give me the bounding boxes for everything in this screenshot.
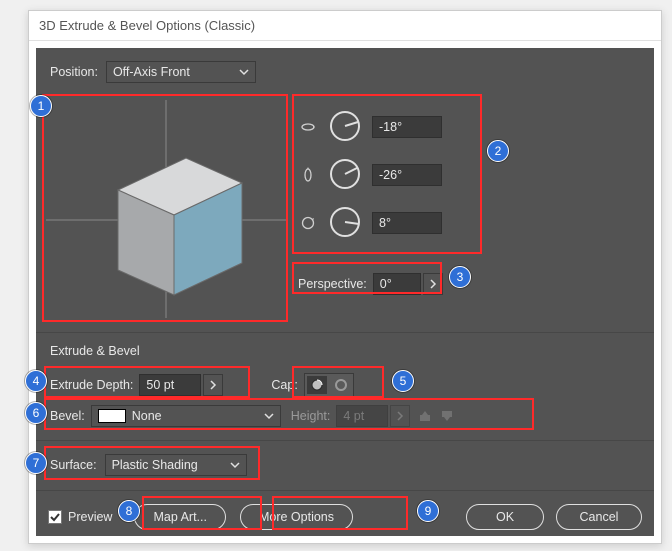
- map-art-label: Map Art...: [153, 510, 207, 524]
- rotate-x-input[interactable]: -18°: [372, 116, 442, 138]
- bevel-extent-in-icon: [416, 407, 434, 425]
- ok-button[interactable]: OK: [466, 504, 544, 530]
- bevel-extent-out-icon: [438, 407, 456, 425]
- rotate-x-dial[interactable]: [328, 109, 362, 146]
- rotate-x-axis-icon: [298, 119, 318, 135]
- panel: Position: Off-Axis Front: [36, 48, 654, 536]
- rotate-y-axis-icon: [298, 167, 318, 183]
- bevel-height-input: 4 pt: [336, 405, 388, 427]
- preview-label: Preview: [68, 510, 112, 524]
- bevel-height-value: 4 pt: [343, 409, 364, 423]
- rotate-z-dial[interactable]: [328, 205, 362, 242]
- perspective-label: Perspective:: [298, 277, 367, 291]
- surface-dropdown[interactable]: Plastic Shading: [105, 454, 247, 476]
- bevel-swatch: [98, 409, 126, 423]
- cancel-button[interactable]: Cancel: [556, 504, 642, 530]
- bevel-label: Bevel:: [50, 409, 85, 423]
- more-options-label: More Options: [259, 510, 334, 524]
- preview-checkbox[interactable]: [48, 510, 62, 524]
- rotate-x-value: -18°: [379, 120, 402, 134]
- rotate-z-axis-icon: [298, 215, 318, 231]
- divider: [36, 490, 654, 491]
- divider: [36, 332, 654, 333]
- extrude-depth-value: 50 pt: [146, 378, 174, 392]
- bevel-value: None: [132, 409, 162, 423]
- surface-label: Surface:: [50, 458, 97, 472]
- perspective-stepper[interactable]: [423, 273, 443, 295]
- position-value: Off-Axis Front: [113, 65, 190, 79]
- rotate-y-input[interactable]: -26°: [372, 164, 442, 186]
- extrude-depth-label: Extrude Depth:: [50, 378, 133, 392]
- bevel-height-stepper: [390, 405, 410, 427]
- bevel-height-label: Height:: [291, 409, 331, 423]
- cap-label: Cap:: [271, 378, 297, 392]
- rotation-cube-preview[interactable]: [46, 100, 286, 318]
- position-dropdown[interactable]: Off-Axis Front: [106, 61, 256, 83]
- divider: [36, 440, 654, 441]
- extrude-bevel-section-label: Extrude & Bevel: [50, 344, 140, 358]
- chevron-down-icon: [239, 67, 249, 77]
- cap-toggle[interactable]: [304, 373, 354, 397]
- chevron-down-icon: [230, 460, 240, 470]
- rotate-y-value: -26°: [379, 168, 402, 182]
- rotate-y-dial[interactable]: [328, 157, 362, 194]
- cap-on-icon[interactable]: [307, 376, 327, 394]
- perspective-input[interactable]: 0°: [373, 273, 421, 295]
- surface-value: Plastic Shading: [112, 458, 198, 472]
- titlebar: 3D Extrude & Bevel Options (Classic): [29, 11, 661, 41]
- dialog-window: 3D Extrude & Bevel Options (Classic) Pos…: [28, 10, 662, 544]
- rotate-z-input[interactable]: 8°: [372, 212, 442, 234]
- map-art-button[interactable]: Map Art...: [134, 504, 226, 530]
- window-title: 3D Extrude & Bevel Options (Classic): [39, 18, 255, 33]
- extrude-depth-stepper[interactable]: [203, 374, 223, 396]
- bevel-dropdown[interactable]: None: [91, 405, 281, 427]
- cancel-label: Cancel: [580, 510, 619, 524]
- chevron-down-icon: [264, 411, 274, 421]
- perspective-value: 0°: [380, 277, 392, 291]
- rotate-z-value: 8°: [379, 216, 391, 230]
- more-options-button[interactable]: More Options: [240, 504, 353, 530]
- ok-label: OK: [496, 510, 514, 524]
- extrude-depth-input[interactable]: 50 pt: [139, 374, 201, 396]
- cap-off-icon[interactable]: [331, 376, 351, 394]
- position-label: Position:: [50, 65, 98, 79]
